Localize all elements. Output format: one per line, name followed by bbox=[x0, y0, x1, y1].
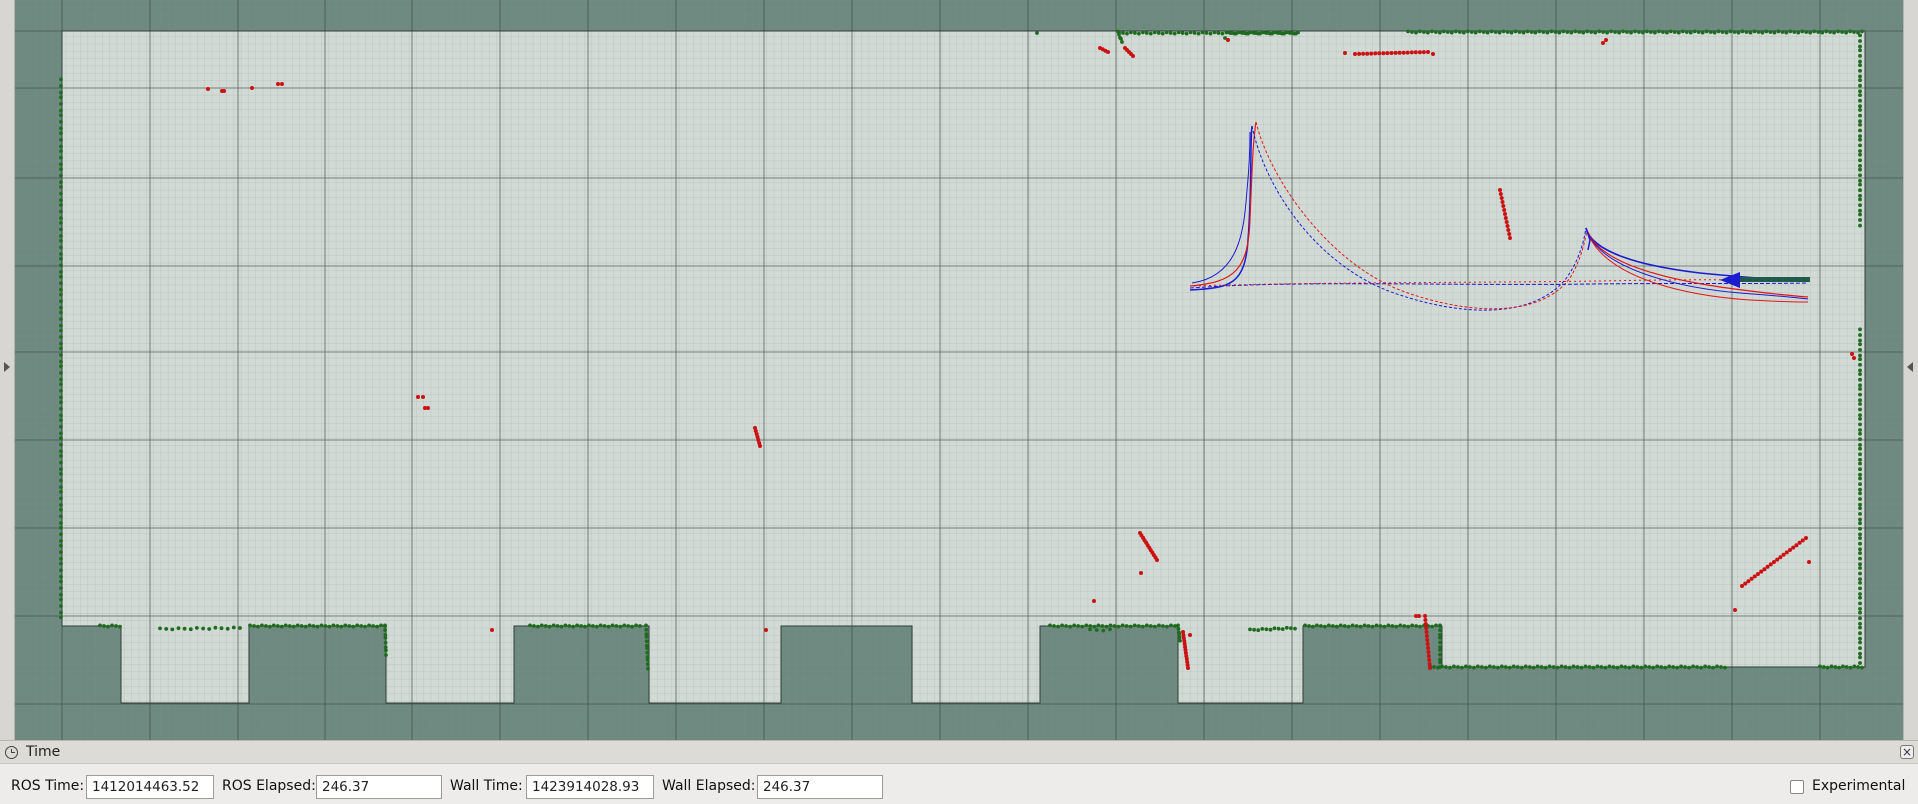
time-panel-title: Time bbox=[26, 744, 61, 760]
experimental-label: Experimental bbox=[1812, 778, 1906, 794]
occupancy-grid-map bbox=[14, 0, 1904, 740]
expand-right-icon bbox=[1907, 362, 1913, 372]
fine-grid bbox=[14, 0, 1904, 740]
right-dock-handle[interactable] bbox=[1903, 0, 1918, 740]
experimental-checkbox[interactable] bbox=[1790, 780, 1804, 794]
expand-left-icon bbox=[4, 362, 10, 372]
wall-elapsed-field[interactable]: 246.37 bbox=[757, 775, 883, 799]
map-3d-view[interactable] bbox=[0, 0, 1918, 740]
wall-elapsed-label: Wall Elapsed: bbox=[662, 778, 756, 794]
close-icon[interactable]: × bbox=[1900, 745, 1914, 759]
ros-elapsed-field[interactable]: 246.37 bbox=[316, 775, 442, 799]
clock-icon bbox=[5, 746, 18, 759]
ros-time-label: ROS Time: bbox=[11, 778, 85, 794]
pose-arrow-shaft bbox=[1730, 277, 1810, 282]
left-dock-handle[interactable] bbox=[0, 0, 15, 740]
wall-time-label: Wall Time: bbox=[450, 778, 523, 794]
ros-elapsed-label: ROS Elapsed: bbox=[222, 778, 316, 794]
time-panel: ROS Time: 1412014463.52 ROS Elapsed: 246… bbox=[0, 764, 1918, 804]
ros-time-field[interactable]: 1412014463.52 bbox=[86, 775, 214, 799]
wall-time-field[interactable]: 1423914028.93 bbox=[526, 775, 654, 799]
time-panel-header: Time × bbox=[0, 740, 1918, 764]
